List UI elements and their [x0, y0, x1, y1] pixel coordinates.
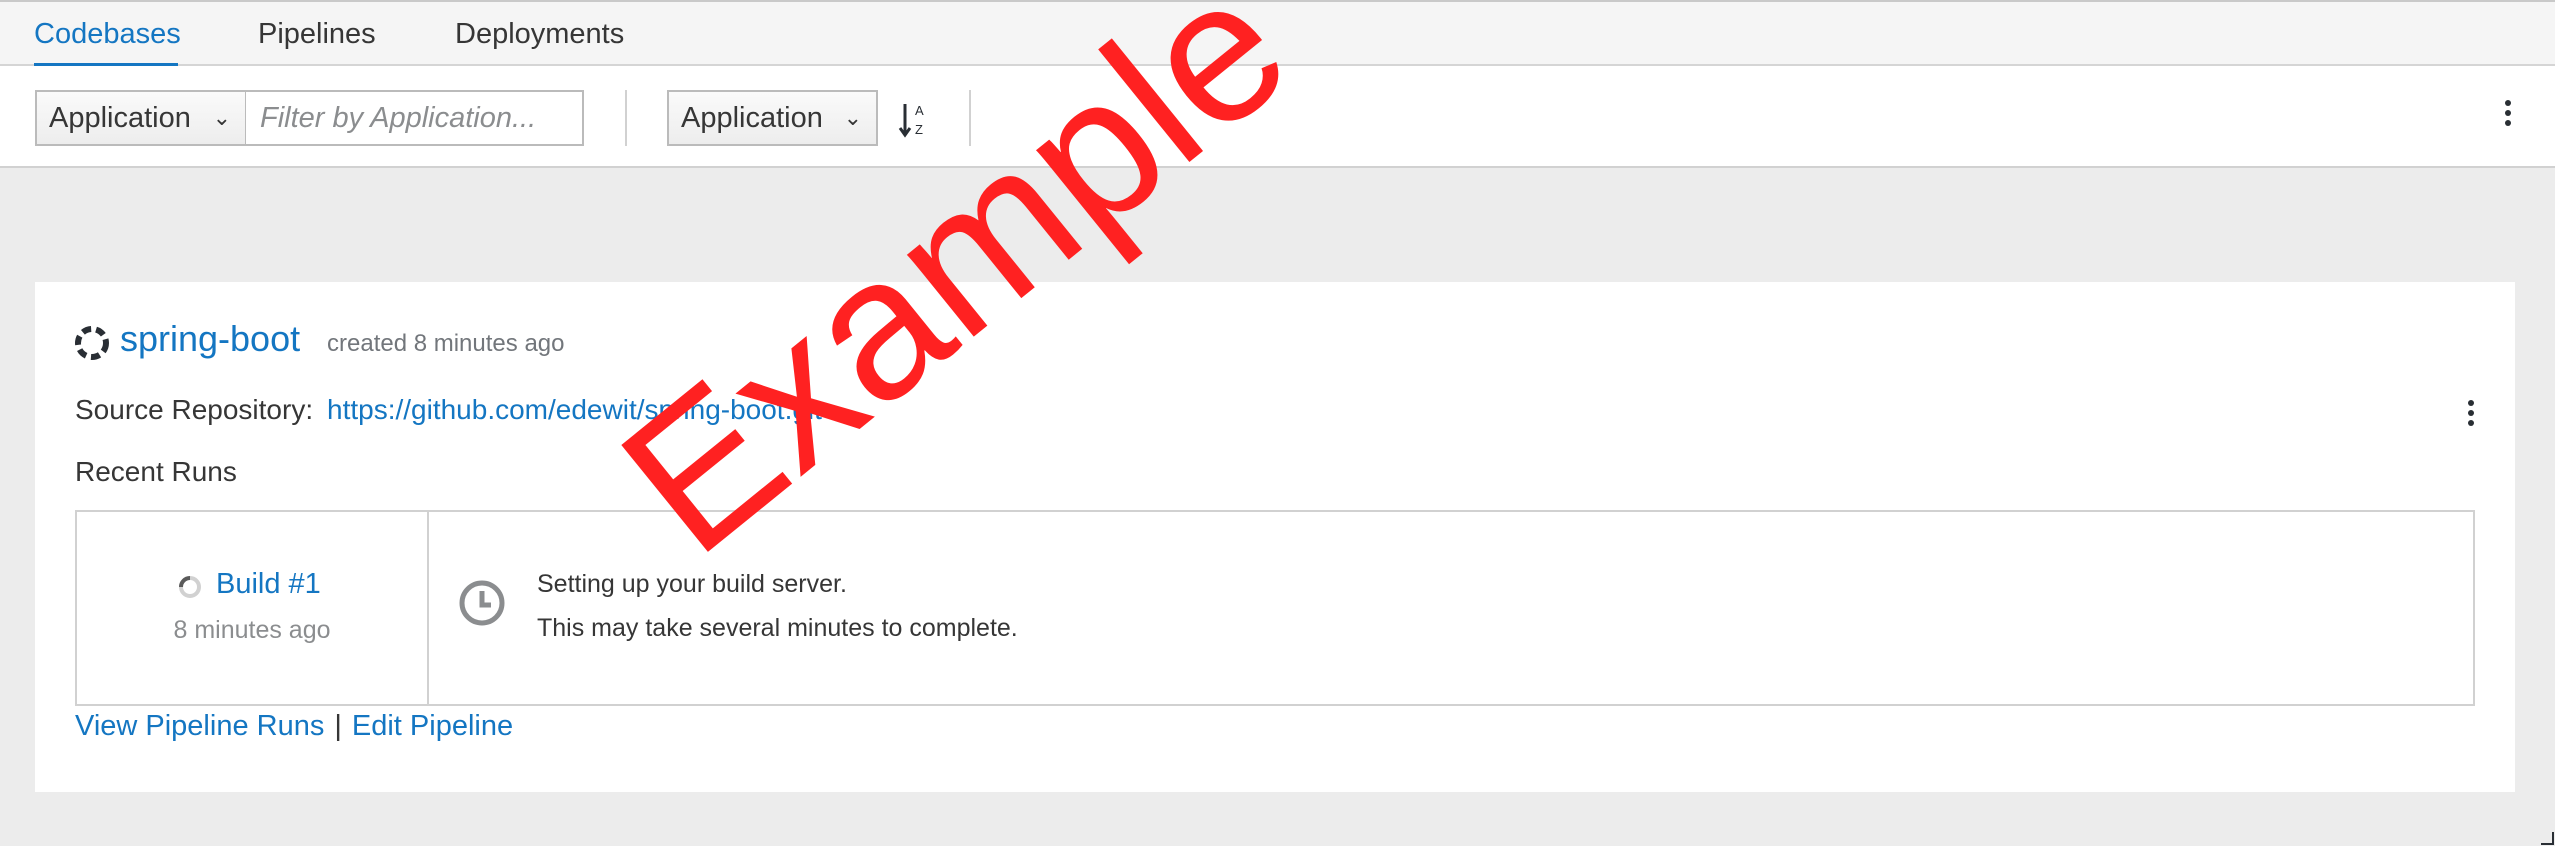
codebase-created-time: created 8 minutes ago: [327, 330, 565, 357]
recent-runs-title: Recent Runs: [75, 456, 237, 487]
link-separator: |: [334, 710, 342, 742]
view-pipeline-runs-link[interactable]: View Pipeline Runs: [75, 710, 324, 742]
sort-field-label: Application: [681, 102, 823, 134]
pipeline-links: View Pipeline Runs | Edit Pipeline: [75, 710, 513, 743]
build-time: 8 minutes ago: [173, 616, 331, 644]
toolbar-divider: [625, 90, 627, 146]
sort-field-dropdown[interactable]: Application ⌄: [667, 90, 878, 146]
loading-spinner-icon: [179, 576, 201, 598]
codebase-kebab-menu[interactable]: [2464, 400, 2478, 434]
tab-codebases[interactable]: Codebases: [34, 2, 181, 66]
recent-runs-panel: Build #1 8 minutes ago Setting up your b…: [75, 510, 2475, 706]
tab-deployments[interactable]: Deployments: [455, 2, 624, 66]
tab-pipelines[interactable]: Pipelines: [258, 2, 376, 66]
build-message-line-2: This may take several minutes to complet…: [537, 614, 1018, 642]
svg-text:A: A: [915, 103, 924, 118]
svg-text:Z: Z: [915, 122, 923, 137]
codebase-name-link[interactable]: spring-boot: [120, 318, 300, 360]
build-link[interactable]: Build #1: [216, 568, 321, 601]
edit-pipeline-link[interactable]: Edit Pipeline: [352, 710, 513, 742]
build-summary: Build #1 8 minutes ago: [77, 512, 429, 704]
resize-handle-icon[interactable]: [2539, 830, 2555, 846]
filter-field-dropdown[interactable]: Application ⌄: [35, 90, 247, 146]
chevron-down-icon: ⌄: [843, 105, 862, 130]
spinner-icon: [75, 326, 109, 360]
toolbar-kebab-menu[interactable]: [2501, 100, 2515, 134]
codebase-card: spring-boot created 8 minutes ago Source…: [35, 282, 2515, 792]
filter-field-label: Application: [49, 102, 191, 134]
build-message-line-1: Setting up your build server.: [537, 570, 847, 598]
sort-alpha-asc-icon[interactable]: A Z: [898, 100, 932, 140]
source-repository-label: Source Repository:: [75, 394, 314, 425]
chevron-down-icon: ⌄: [212, 105, 231, 130]
filter-input[interactable]: [246, 90, 584, 146]
clock-icon: [459, 580, 505, 626]
